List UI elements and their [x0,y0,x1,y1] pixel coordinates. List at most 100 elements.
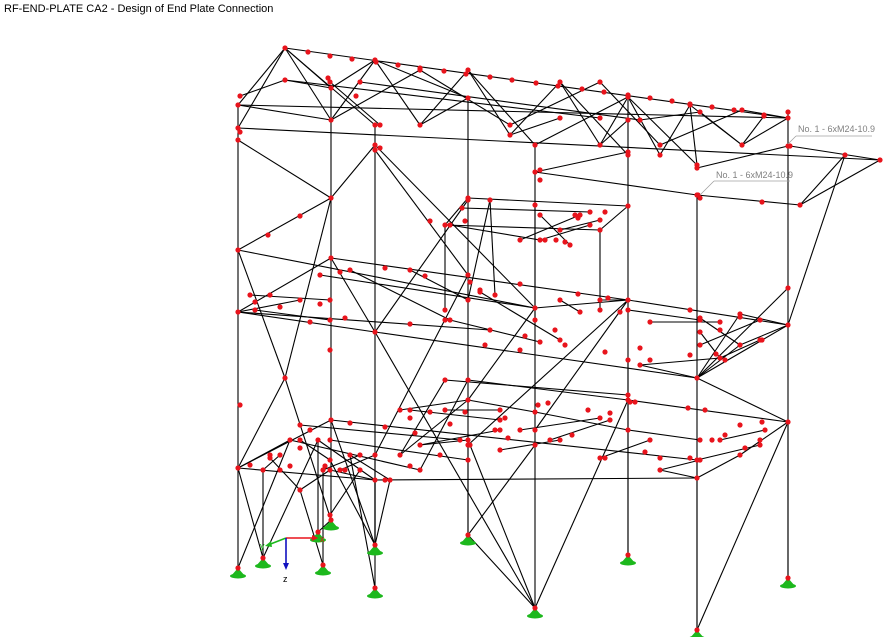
node[interactable] [532,317,538,323]
node[interactable] [447,421,453,427]
frame-member[interactable] [467,379,629,401]
node[interactable] [502,415,508,421]
frame-member[interactable] [689,104,698,166]
support-icon[interactable] [230,565,246,579]
node[interactable] [537,167,543,173]
node[interactable] [557,337,563,343]
node[interactable] [387,477,393,483]
node[interactable] [553,237,559,243]
node[interactable] [465,377,471,383]
node[interactable] [417,467,423,473]
node[interactable] [307,427,313,433]
node[interactable] [537,212,543,218]
node[interactable] [252,299,258,305]
node[interactable] [467,442,473,448]
frame-member[interactable] [330,144,376,199]
node[interactable] [657,142,663,148]
node[interactable] [739,107,745,113]
frame-member[interactable] [374,149,469,276]
support-icon[interactable] [367,585,383,599]
node[interactable] [328,85,334,91]
frame-member[interactable] [696,145,789,169]
frame-member[interactable] [299,489,324,566]
node[interactable] [497,417,503,423]
node[interactable] [457,437,463,443]
frame-member[interactable] [349,269,451,321]
node[interactable] [722,432,728,438]
node[interactable] [532,409,538,415]
node[interactable] [797,202,803,208]
node[interactable] [297,297,303,303]
node[interactable] [535,402,541,408]
node[interactable] [694,375,700,381]
node[interactable] [625,149,631,155]
node[interactable] [372,122,378,128]
frame-member[interactable] [659,459,701,471]
node[interactable] [465,95,471,101]
node[interactable] [507,122,513,128]
node[interactable] [441,68,447,74]
node[interactable] [465,195,471,201]
node[interactable] [337,467,343,473]
node[interactable] [605,295,611,301]
node[interactable] [407,267,413,273]
node[interactable] [463,71,469,77]
node[interactable] [762,427,768,433]
frame-member[interactable] [741,117,789,146]
frame-member[interactable] [534,171,698,196]
node[interactable] [277,304,283,310]
node[interactable] [731,107,737,113]
node[interactable] [417,442,423,448]
node[interactable] [328,195,334,201]
frame-member[interactable] [534,399,629,609]
node[interactable] [697,329,703,335]
node[interactable] [462,218,468,224]
node[interactable] [342,315,348,321]
frame-member[interactable] [349,454,376,589]
node[interactable] [427,218,433,224]
node[interactable] [647,437,653,443]
node[interactable] [694,165,700,171]
node[interactable] [739,142,745,148]
frame-member[interactable] [237,197,332,251]
frame-member[interactable] [284,377,332,521]
node[interactable] [597,227,603,233]
node[interactable] [842,152,848,158]
node[interactable] [597,115,603,121]
frame-member[interactable] [419,97,469,126]
node[interactable] [757,317,763,323]
frame-member[interactable] [534,299,629,309]
node[interactable] [637,345,643,351]
node[interactable] [717,319,723,325]
node[interactable] [447,222,453,228]
node[interactable] [587,222,593,228]
node[interactable] [575,291,581,297]
node[interactable] [507,132,513,138]
node[interactable] [237,129,243,135]
frame-member[interactable] [467,299,629,446]
node[interactable] [697,315,703,321]
connection-label-2[interactable]: No. 1 - 6xM24-10.9 [699,170,793,196]
frame-member[interactable] [659,469,698,479]
node[interactable] [492,292,498,298]
node[interactable] [522,333,528,339]
node[interactable] [532,142,538,148]
frame-member[interactable] [534,299,629,431]
node[interactable] [687,307,693,313]
node[interactable] [625,357,631,363]
node[interactable] [694,475,700,481]
node[interactable] [267,292,273,298]
node[interactable] [297,213,303,219]
node[interactable] [737,314,743,320]
node[interactable] [759,337,765,343]
frame-member[interactable] [539,224,591,241]
node[interactable] [759,419,765,425]
node[interactable] [328,417,334,423]
node[interactable] [517,281,523,287]
node[interactable] [722,357,728,363]
node[interactable] [337,269,343,275]
node[interactable] [509,77,515,83]
node[interactable] [327,297,333,303]
node[interactable] [737,452,743,458]
node[interactable] [687,455,693,461]
